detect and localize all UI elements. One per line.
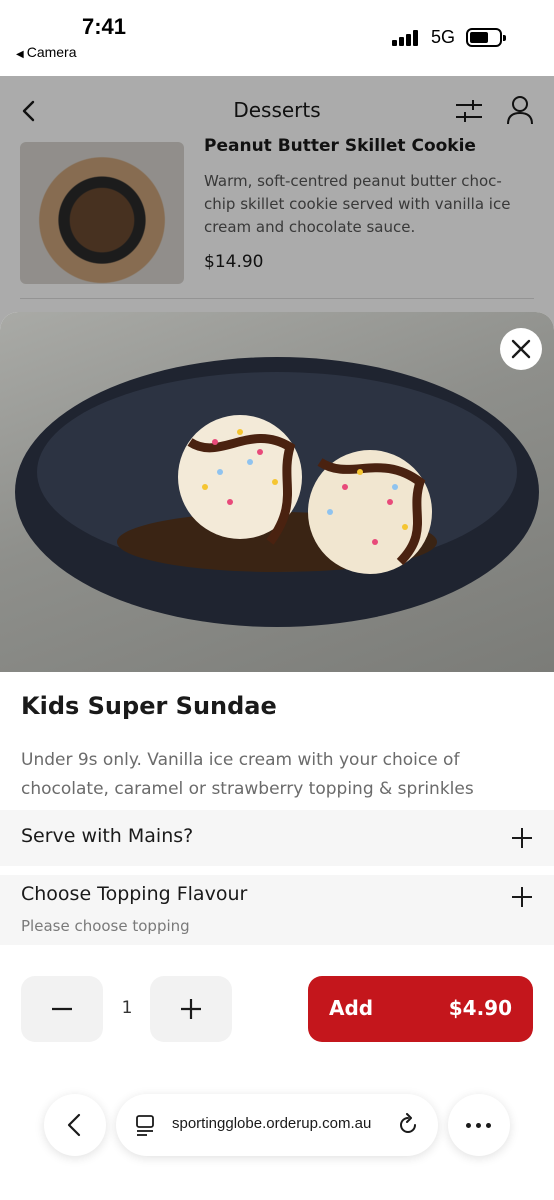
item-description: Under 9s only. Vanilla ice cream with yo… bbox=[21, 750, 474, 799]
browser-back-button[interactable] bbox=[44, 1094, 106, 1156]
quantity-increase-button[interactable] bbox=[150, 976, 232, 1042]
option-title: Choose Topping Flavour bbox=[21, 883, 248, 905]
network-type: 5G bbox=[431, 27, 456, 47]
clock: 7:41 bbox=[82, 14, 127, 39]
plus-icon bbox=[181, 999, 201, 1019]
reload-icon[interactable] bbox=[396, 1113, 420, 1137]
back-triangle-icon: ◀ bbox=[16, 49, 24, 60]
battery-icon bbox=[466, 28, 506, 47]
add-price: $4.90 bbox=[448, 996, 512, 1020]
back-to-app-link[interactable]: ◀ Camera bbox=[16, 44, 77, 60]
address-bar[interactable]: sportingglobe.orderup.com.au bbox=[116, 1094, 438, 1156]
add-to-cart-button[interactable]: Add $4.90 bbox=[308, 976, 533, 1042]
option-title: Serve with Mains? bbox=[21, 825, 194, 847]
more-options-button[interactable] bbox=[448, 1094, 510, 1156]
chevron-left-icon bbox=[67, 1113, 81, 1137]
option-serve-with-mains[interactable]: Serve with Mains? bbox=[0, 810, 554, 866]
close-icon bbox=[511, 339, 531, 359]
option-choose-topping[interactable]: Choose Topping Flavour Please choose top… bbox=[0, 875, 554, 945]
add-label: Add bbox=[329, 996, 374, 1020]
cellular-signal-icon bbox=[392, 30, 420, 46]
item-hero-image bbox=[0, 312, 554, 672]
back-app-label: Camera bbox=[26, 44, 77, 60]
close-button[interactable] bbox=[500, 328, 542, 370]
minus-icon bbox=[52, 1007, 72, 1011]
plus-icon[interactable] bbox=[510, 826, 534, 850]
url-text: sportingglobe.orderup.com.au bbox=[172, 1115, 372, 1132]
plus-icon[interactable] bbox=[510, 885, 534, 909]
reader-mode-icon[interactable] bbox=[134, 1113, 158, 1137]
item-detail-sheet: Kids Super Sundae Under 9s only. Vanilla… bbox=[0, 312, 554, 1200]
quantity-decrease-button[interactable] bbox=[21, 976, 103, 1042]
item-title: Kids Super Sundae bbox=[21, 692, 277, 720]
status-bar: 7:41 ◀ Camera 5G bbox=[0, 0, 554, 76]
option-subtitle: Please choose topping bbox=[21, 917, 190, 935]
more-dots-icon bbox=[466, 1123, 471, 1128]
quantity-value: 1 bbox=[121, 998, 133, 1018]
